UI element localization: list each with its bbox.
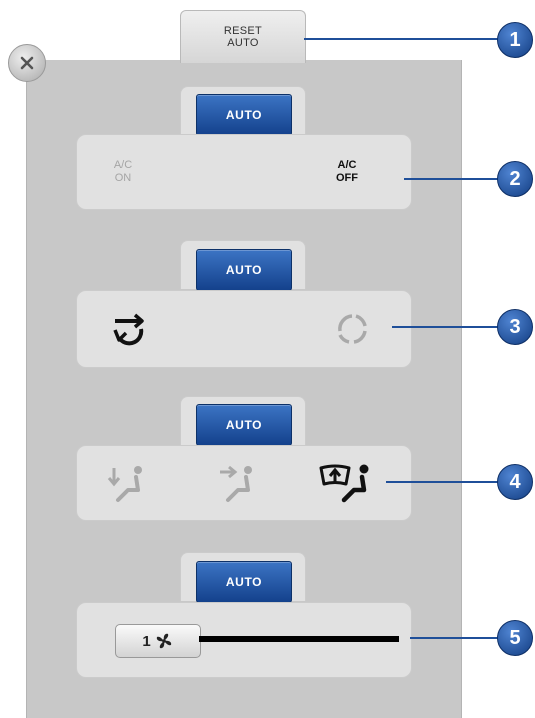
fan-icon (156, 633, 171, 649)
callout-badge-4: 4 (497, 464, 533, 500)
close-x-icon (20, 56, 34, 70)
callout-line-2 (404, 178, 504, 180)
recirculation-icon[interactable] (103, 307, 153, 351)
ac-off-line2: OFF (336, 172, 358, 184)
callout-line-3 (392, 326, 504, 328)
ac-on-line2: ON (114, 172, 132, 184)
callout-line-4 (386, 481, 504, 483)
fan-auto-button[interactable]: AUTO (196, 561, 292, 603)
fan-speed-slider-track[interactable] (199, 636, 399, 642)
air-source-auto-button[interactable]: AUTO (196, 249, 292, 291)
callout-line-5 (410, 637, 504, 639)
fan-speed-value: 1 (142, 632, 151, 650)
fan-speed-button[interactable]: 1 (115, 624, 201, 658)
vent-group-box (76, 445, 412, 521)
callout-line-1 (304, 38, 504, 40)
callout-badge-5: 5 (497, 620, 533, 656)
ac-on-line1: A/C (113, 159, 133, 171)
callout-badge-1: 1 (497, 22, 533, 58)
ac-group-box: A/C ON A/C OFF (76, 134, 412, 210)
ac-auto-button[interactable]: AUTO (196, 94, 292, 136)
ac-off-option[interactable]: A/C OFF (317, 151, 377, 193)
ac-on-option[interactable]: A/C ON (93, 151, 153, 193)
callout-badge-3: 3 (497, 309, 533, 345)
reset-auto-tab[interactable]: RESET AUTO (180, 10, 306, 63)
face-vent-icon[interactable] (213, 460, 263, 506)
callout-badge-2: 2 (497, 161, 533, 197)
floor-vent-icon[interactable] (103, 460, 153, 506)
air-source-group-box (76, 290, 412, 368)
reset-auto-label-line1: RESET (223, 25, 263, 37)
vent-auto-button[interactable]: AUTO (196, 404, 292, 446)
reset-auto-label-line2: AUTO (227, 37, 259, 49)
close-button[interactable] (8, 44, 46, 82)
defrost-vent-icon[interactable] (317, 460, 377, 506)
ac-off-line1: A/C (337, 159, 357, 171)
fresh-air-icon[interactable] (327, 307, 377, 351)
